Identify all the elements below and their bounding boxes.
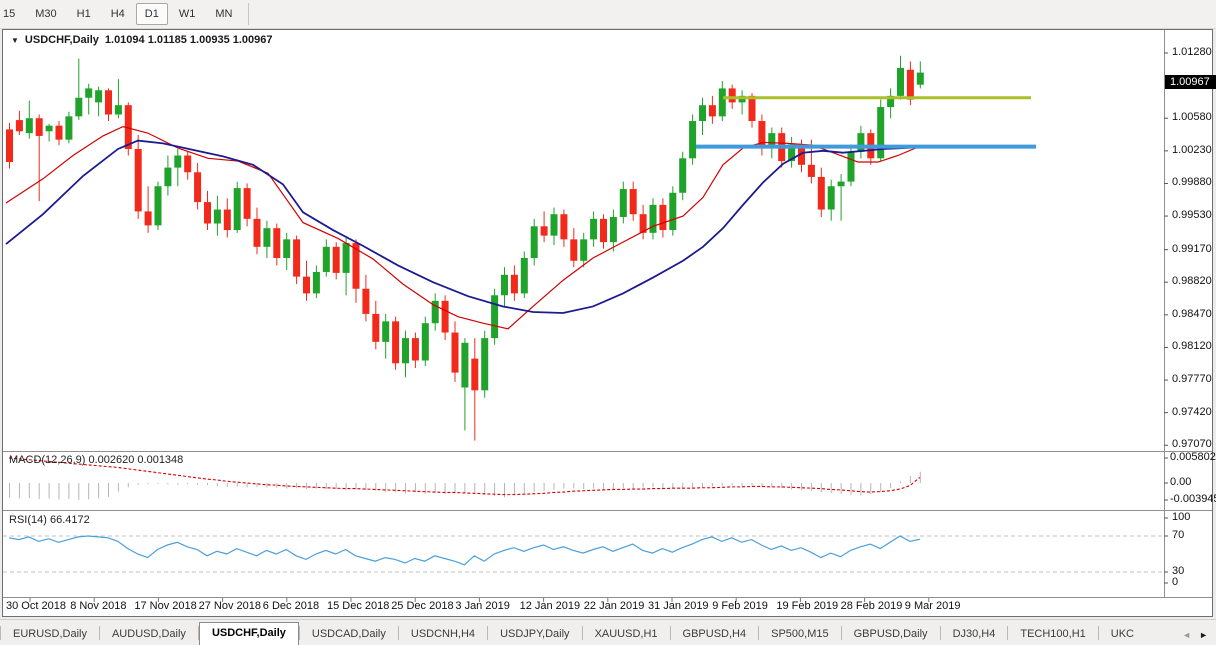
rsi-indicator-label: RSI(14) 66.4172	[9, 514, 90, 526]
date-axis-label: 27 Nov 2018	[199, 600, 261, 612]
date-axis-label: 9 Feb 2019	[712, 600, 768, 612]
tab-usdcad-daily[interactable]: USDCAD,Daily	[300, 624, 398, 645]
date-axis-label: 30 Oct 2018	[6, 600, 66, 612]
date-axis-label: 22 Jan 2019	[584, 600, 645, 612]
tab-gbpusd-h4[interactable]: GBPUSD,H4	[671, 624, 759, 645]
tab-sp500-m15[interactable]: SP500,M15	[759, 624, 840, 645]
timeframe-button-d1[interactable]: D1	[136, 3, 168, 25]
tab-usdcnh-h4[interactable]: USDCNH,H4	[399, 624, 487, 645]
timeframe-button-m30[interactable]: M30	[26, 3, 65, 25]
macd-indicator-label: MACD(12,26,9) 0.002620 0.001348	[9, 454, 183, 466]
macd-axis-label: 0.00	[1170, 476, 1191, 488]
tab-gbpusd-daily[interactable]: GBPUSD,Daily	[842, 624, 940, 645]
date-axis-label: 3 Jan 2019	[455, 600, 509, 612]
price-axis-label: 0.98470	[1172, 308, 1212, 320]
tab-audusd-daily[interactable]: AUDUSD,Daily	[100, 624, 198, 645]
tab-usdjpy-daily[interactable]: USDJPY,Daily	[488, 624, 582, 645]
chart-tab-bar: EURUSD,DailyAUDUSD,DailyUSDCHF,DailyUSDC…	[0, 619, 1216, 645]
chart-canvas[interactable]	[3, 30, 1212, 616]
tab-eurusd-daily[interactable]: EURUSD,Daily	[1, 624, 99, 645]
price-axis-label: 1.00230	[1172, 144, 1212, 156]
chart-ohlc-values: 1.01094 1.01185 1.00935 1.00967	[105, 34, 273, 46]
date-axis-label: 6 Dec 2018	[263, 600, 319, 612]
price-axis-label: 1.00580	[1172, 111, 1212, 123]
tab-scroll-controls: ◄ ►	[1178, 630, 1216, 645]
price-axis-label: 0.97070	[1172, 438, 1212, 450]
price-axis-label: 0.99170	[1172, 243, 1212, 255]
rsi-axis-label: 70	[1172, 529, 1184, 541]
price-axis-label: 0.98820	[1172, 275, 1212, 287]
date-axis-label: 28 Feb 2019	[841, 600, 903, 612]
date-axis-label: 15 Dec 2018	[327, 600, 389, 612]
tab-xauusd-h1[interactable]: XAUUSD,H1	[583, 624, 670, 645]
macd-axis-label: 0.005802	[1170, 451, 1216, 463]
timeframe-button-15[interactable]: 15	[0, 3, 24, 25]
date-axis-label: 31 Jan 2019	[648, 600, 709, 612]
timeframe-button-h4[interactable]: H4	[102, 3, 134, 25]
chart-dropdown-icon[interactable]: ▼	[11, 36, 19, 45]
date-axis-label: 19 Feb 2019	[776, 600, 838, 612]
timeframe-button-mn[interactable]: MN	[206, 3, 241, 25]
price-axis-label: 0.97770	[1172, 373, 1212, 385]
date-axis-label: 17 Nov 2018	[134, 600, 196, 612]
rsi-axis-label: 0	[1172, 576, 1178, 588]
price-axis-label: 0.98120	[1172, 340, 1212, 352]
tab-scroll-right-icon[interactable]: ►	[1199, 630, 1208, 640]
tab-dj30-h4[interactable]: DJ30,H4	[941, 624, 1008, 645]
chart-window: ▼ USDCHF,Daily 1.01094 1.01185 1.00935 1…	[2, 29, 1213, 617]
date-axis-label: 12 Jan 2019	[520, 600, 581, 612]
chart-symbol-label: USDCHF,Daily	[25, 34, 99, 46]
timeframe-toolbar: 15M30H1H4D1W1MN	[0, 0, 1216, 29]
price-axis-label: 0.99880	[1172, 176, 1212, 188]
tab-tech100-h1[interactable]: TECH100,H1	[1008, 624, 1097, 645]
price-axis-label: 0.97420	[1172, 406, 1212, 418]
timeframe-button-w1[interactable]: W1	[170, 3, 205, 25]
date-axis-label: 8 Nov 2018	[70, 600, 126, 612]
date-axis-label: 25 Dec 2018	[391, 600, 453, 612]
current-price-tag: 1.00967	[1165, 75, 1216, 89]
tab-usdchf-daily[interactable]: USDCHF,Daily	[199, 622, 299, 645]
toolbar-separator	[248, 3, 249, 25]
date-axis-label: 9 Mar 2019	[905, 600, 961, 612]
price-axis-label: 0.99530	[1172, 209, 1212, 221]
tab-scroll-left-icon[interactable]: ◄	[1182, 630, 1191, 640]
tab-ukc[interactable]: UKC	[1099, 624, 1146, 645]
rsi-axis-label: 100	[1172, 511, 1190, 523]
timeframe-button-h1[interactable]: H1	[68, 3, 100, 25]
price-axis-label: 1.01280	[1172, 46, 1212, 58]
macd-axis-label: -0.003945	[1170, 493, 1216, 505]
chart-title: ▼ USDCHF,Daily 1.01094 1.01185 1.00935 1…	[11, 34, 273, 46]
